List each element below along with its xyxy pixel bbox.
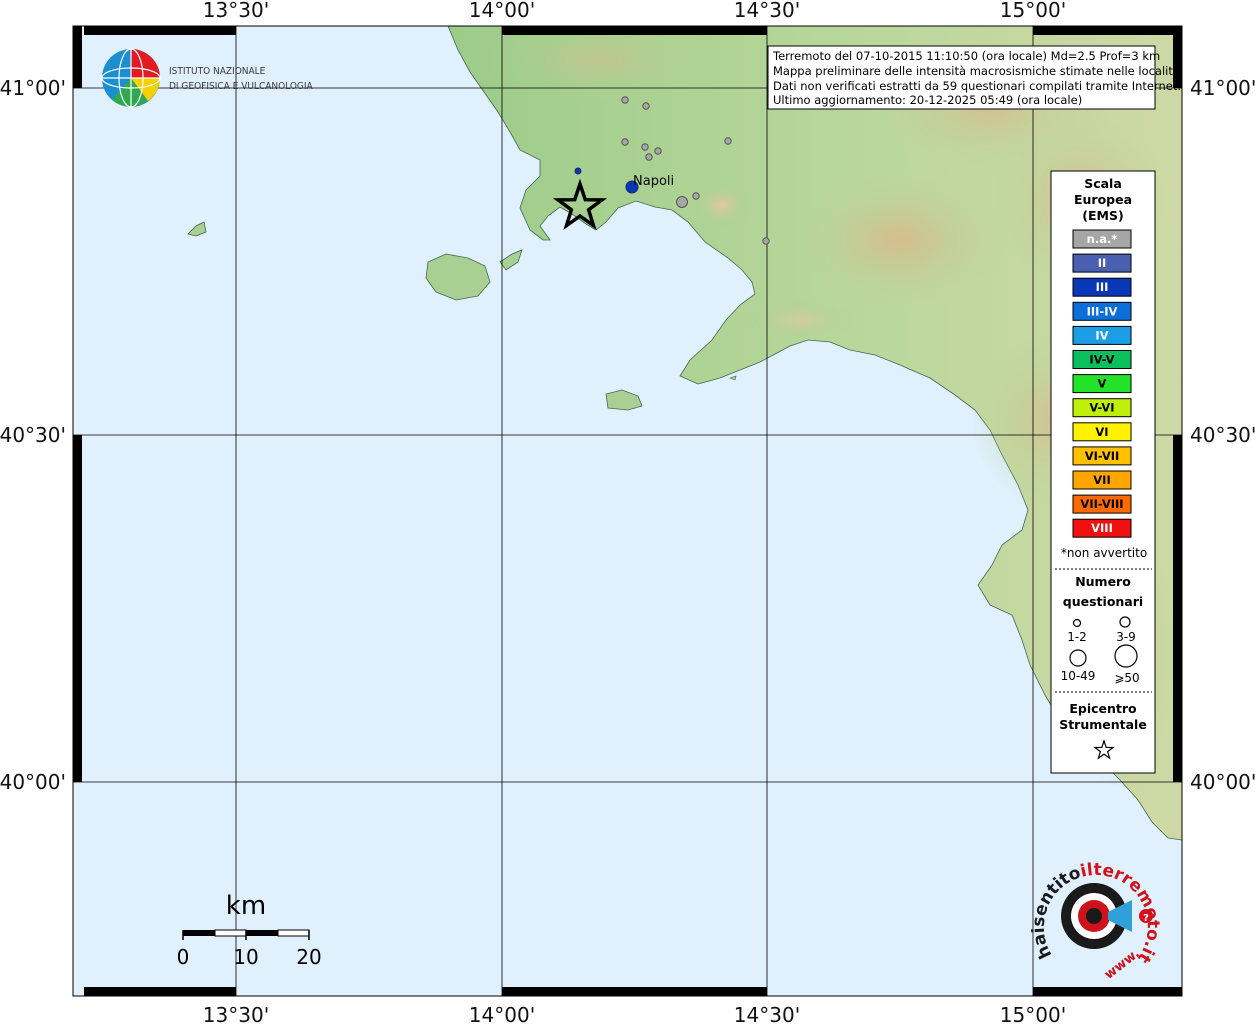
svg-text:?: ? — [1143, 913, 1149, 924]
legend-swatch-label: VII — [1093, 473, 1110, 487]
legend-swatch-label: VII-VIII — [1080, 497, 1123, 511]
lat-label-right: 41°00' — [1190, 76, 1255, 100]
info-line: Dati non verificati estratti da 59 quest… — [773, 79, 1181, 93]
size-label: ⩾50 — [1114, 671, 1139, 685]
lon-label-top: 15°00' — [1000, 0, 1066, 22]
legend-title: Europea — [1074, 192, 1132, 207]
observation-point[interactable] — [762, 237, 770, 245]
observation-point[interactable] — [621, 138, 629, 146]
observation-point[interactable] — [676, 196, 688, 208]
lon-label-top: 14°30' — [734, 0, 800, 22]
lon-label-top: 14°00' — [469, 0, 535, 22]
size-label: 10-49 — [1061, 669, 1096, 683]
observation-point[interactable] — [654, 147, 662, 155]
legend-title: Scala — [1084, 176, 1122, 191]
observation-point[interactable] — [645, 153, 653, 161]
legend-epi-title: Epicentro — [1069, 701, 1137, 716]
legend-swatch-label: VI — [1095, 425, 1108, 439]
observation-point[interactable] — [641, 143, 649, 151]
legend-swatch-label: II — [1098, 256, 1107, 270]
scale-tick: 10 — [233, 945, 258, 969]
observation-point[interactable] — [574, 167, 582, 175]
place-label-napoli: Napoli — [633, 174, 674, 189]
legend-count-title: questionari — [1063, 594, 1143, 609]
event-info-box: Terremoto del 07-10-2015 11:10:50 (ora l… — [767, 45, 1181, 110]
legend-swatch-label: n.a.* — [1087, 232, 1118, 246]
scale-tick: 0 — [177, 945, 190, 969]
size-label: 3-9 — [1116, 630, 1136, 644]
lat-label-left: 41°00' — [0, 76, 66, 100]
lat-label-left: 40°00' — [0, 770, 66, 794]
legend-swatch-label: V-VI — [1089, 401, 1114, 415]
lat-label-right: 40°00' — [1190, 770, 1255, 794]
scale-unit: km — [226, 891, 266, 921]
legend-swatch-label: III-IV — [1087, 304, 1118, 318]
lon-label-bottom: 14°00' — [469, 1003, 535, 1024]
ingv-name-line2: DI GEOFISICA E VULCANOLOGIA — [169, 81, 314, 92]
legend: Scala Europea (EMS) n.a.*IIIIIIII-IVIVIV… — [1050, 170, 1156, 774]
size-label: 1-2 — [1067, 630, 1087, 644]
legend-title: (EMS) — [1082, 208, 1123, 223]
legend-count-title: Numero — [1075, 574, 1131, 589]
observation-point[interactable] — [724, 137, 732, 145]
lon-label-bottom: 15°00' — [1000, 1003, 1066, 1024]
lat-label-left: 40°30' — [0, 423, 66, 447]
legend-note: *non avvertito — [1061, 546, 1147, 560]
legend-swatch-label: V — [1098, 377, 1107, 391]
info-line: Ultimo aggiornamento: 20-12-2025 05:49 (… — [773, 93, 1082, 107]
legend-swatch-label: IV-V — [1089, 353, 1114, 367]
observation-point[interactable] — [642, 102, 650, 110]
legend-swatch-label: III — [1096, 280, 1109, 294]
info-line: Terremoto del 07-10-2015 11:10:50 (ora l… — [772, 49, 1160, 63]
legend-swatch-label: IV — [1095, 328, 1108, 342]
legend-swatch-label: VIII — [1091, 521, 1113, 535]
ingv-name-line1: ISTITUTO NAZIONALE — [169, 66, 266, 77]
lat-label-right: 40°30' — [1190, 423, 1255, 447]
info-line: Mappa preliminare delle intensità macros… — [773, 64, 1180, 78]
scale-tick: 20 — [296, 945, 321, 969]
legend-epi-title: Strumentale — [1059, 717, 1147, 732]
lon-label-bottom: 14°30' — [734, 1003, 800, 1024]
lon-label-top: 13°30' — [203, 0, 269, 22]
intensity-map: Napoli 13°30' 14°00' 14°30' 15°00' 13°30… — [0, 0, 1255, 1024]
observation-point[interactable] — [692, 192, 700, 200]
legend-swatch-label: VI-VII — [1085, 449, 1120, 463]
observation-point[interactable] — [621, 96, 629, 104]
lon-label-bottom: 13°30' — [203, 1003, 269, 1024]
